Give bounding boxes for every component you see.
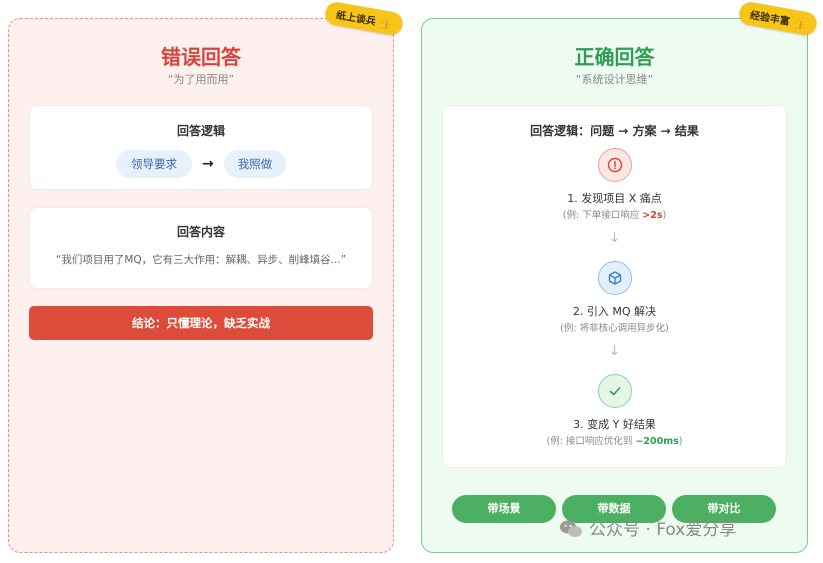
right-tag-badge: 经验丰富 👍	[737, 0, 819, 37]
wrong-content-title: 回答内容	[176, 225, 225, 239]
wechat-icon	[560, 520, 582, 537]
step-2-label: 2. 引入 MQ 解决	[572, 305, 657, 318]
wrong-subtitle: “为了用而用”	[167, 73, 235, 86]
step-3-label: 3. 变成 Y 好结果	[573, 418, 656, 431]
wrong-content-quote: “我们项目用了MQ，它有三大作用：解耦、异步、削峰填谷...”	[55, 254, 347, 266]
step-2-note: (例: 将非核心调用异步化)	[560, 323, 669, 334]
watermark-text: 公众号 · Fox爱分享	[589, 520, 737, 540]
alert-icon	[598, 148, 632, 182]
logic-from-pill: 领导要求	[116, 150, 192, 178]
step-arrow-2: ↓	[608, 343, 621, 359]
right-subtitle: “系统设计思维”	[575, 73, 654, 86]
wrong-conclusion-bar: 结论：只懂理论，缺乏实战	[29, 306, 373, 340]
wrong-content-card: 回答内容 “我们项目用了MQ，它有三大作用：解耦、异步、削峰填谷...”	[29, 207, 373, 289]
wrong-logic-title: 回答逻辑	[176, 124, 225, 138]
logic-arrow: →	[202, 156, 214, 172]
step-3-note: (例: 接口响应优化到 ~200ms)	[546, 436, 683, 447]
right-title: 正确回答	[574, 45, 655, 69]
right-logic-card: 回答逻辑：问题 → 方案 → 结果 1. 发现项目 X 痛点 (例: 下单接口响…	[442, 105, 787, 468]
cube-icon	[598, 261, 632, 295]
wrong-title: 错误回答	[161, 45, 241, 69]
wrong-logic-card: 回答逻辑 领导要求 → 我照做	[29, 105, 373, 190]
scenario-button[interactable]: 带场景	[452, 495, 556, 523]
step-arrow-1: ↓	[608, 230, 621, 246]
watermark: 公众号 · Fox爱分享	[559, 515, 736, 540]
logic-to-pill: 我照做	[224, 150, 286, 178]
wrong-tag-badge: 纸上谈兵 👍	[323, 0, 405, 37]
step-1-note: (例: 下单接口响应 >2s)	[562, 210, 667, 221]
right-logic-title: 回答逻辑：问题 → 方案 → 结果	[530, 124, 699, 138]
step-1-label: 1. 发现项目 X 痛点	[567, 192, 662, 205]
wrong-answer-panel: 纸上谈兵 👍 错误回答 “为了用而用” 回答逻辑 领导要求 → 我照做 回答内容…	[8, 0, 405, 553]
check-icon	[598, 374, 632, 408]
right-answer-panel: 经验丰富 👍 正确回答 “系统设计思维” 回答逻辑：问题 → 方案 → 结果 1…	[421, 0, 819, 553]
